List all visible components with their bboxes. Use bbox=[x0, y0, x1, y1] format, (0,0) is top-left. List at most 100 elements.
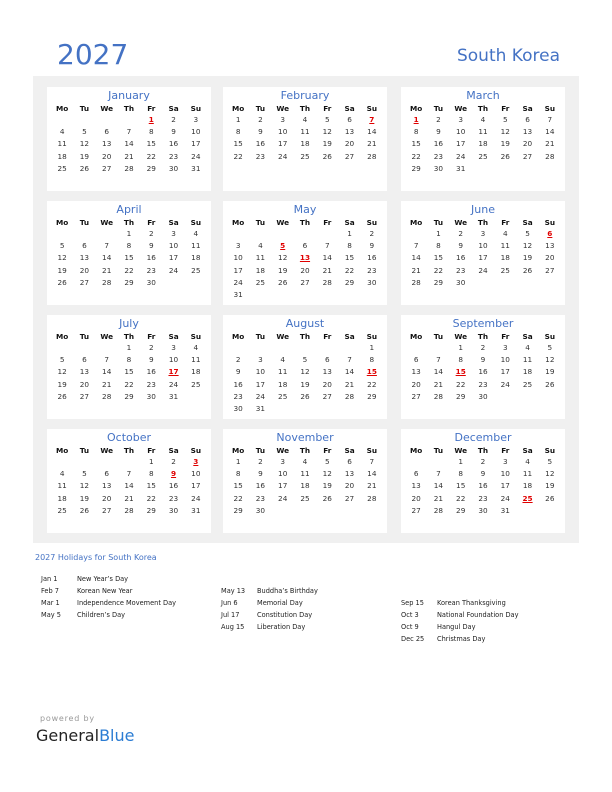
empty-cell bbox=[539, 277, 561, 289]
holiday-day-cell: 1 bbox=[148, 115, 154, 124]
weekday-label: Su bbox=[544, 104, 556, 113]
weekday-header: Mo Tu We Th Fr Sa Su bbox=[47, 216, 211, 228]
week-row: 31 bbox=[223, 289, 387, 301]
day-cell: 21 bbox=[367, 481, 377, 491]
day-cell: 30 bbox=[168, 163, 179, 173]
holiday-name: Independence Movement Day bbox=[77, 599, 177, 607]
day-cell: 4 bbox=[302, 115, 308, 124]
day-cell: 8 bbox=[347, 241, 352, 251]
day-cell: 5 bbox=[82, 469, 87, 479]
day-cell: 22 bbox=[124, 265, 134, 275]
day-cell: 5 bbox=[59, 241, 65, 251]
empty-cell bbox=[294, 403, 316, 415]
day-cell: 8 bbox=[458, 469, 464, 479]
day-cell: 30 bbox=[478, 505, 488, 515]
empty-cell bbox=[272, 228, 294, 240]
month-name: September bbox=[452, 317, 514, 330]
day-cell: 23 bbox=[433, 151, 444, 161]
day-cell: 29 bbox=[456, 391, 466, 401]
weekday-header: Mo Tu We Th Fr Sa Su bbox=[401, 102, 565, 114]
day-cell: 7 bbox=[436, 469, 441, 479]
weekday-label: Tu bbox=[79, 446, 90, 455]
weekday-label: Fr bbox=[323, 332, 332, 341]
day-cell: 19 bbox=[522, 253, 533, 263]
day-cell: 3 bbox=[280, 457, 286, 466]
day-cell: 4 bbox=[59, 469, 65, 479]
holiday-item: Sep 15 Korean Thanksgiving bbox=[401, 597, 519, 609]
weekday-label: Su bbox=[544, 446, 556, 455]
day-cell: 29 bbox=[146, 163, 156, 173]
day-cell: 3 bbox=[171, 229, 176, 238]
day-cell: 2 bbox=[148, 229, 154, 238]
week-row: 19 20 21 22 23 24 25 bbox=[47, 265, 211, 277]
weekday-label: Mo bbox=[56, 446, 69, 455]
empty-cell bbox=[294, 289, 316, 301]
empty-cell bbox=[162, 277, 184, 289]
day-cell: 20 bbox=[545, 253, 555, 263]
day-cell: 30 bbox=[456, 277, 466, 287]
day-cell: 14 bbox=[367, 127, 377, 137]
day-cell: 20 bbox=[300, 265, 310, 275]
day-cell: 1 bbox=[347, 229, 352, 238]
day-cell: 10 bbox=[500, 469, 510, 479]
brand-logo[interactable]: GeneralBlue bbox=[36, 726, 134, 745]
week-row: 12 13 14 15 16 17 18 bbox=[47, 252, 211, 264]
day-cell: 21 bbox=[102, 379, 112, 389]
weekday-label: Fr bbox=[501, 332, 510, 341]
day-cell: 25 bbox=[478, 151, 488, 161]
holiday-name: Hangul Day bbox=[437, 623, 476, 631]
holiday-name: Constitution Day bbox=[257, 611, 313, 619]
day-cell: 19 bbox=[278, 265, 288, 275]
day-cell: 12 bbox=[79, 139, 90, 149]
week-row: 21 22 23 24 25 26 27 bbox=[401, 265, 565, 277]
day-cell: 27 bbox=[522, 151, 533, 161]
weekday-header: Mo Tu We Th Fr Sa Su bbox=[223, 102, 387, 114]
month-name: November bbox=[276, 431, 334, 444]
day-cell: 24 bbox=[168, 379, 179, 389]
empty-cell bbox=[51, 114, 73, 126]
day-cell: 2 bbox=[436, 115, 441, 124]
holiday-date: Dec 25 bbox=[401, 635, 425, 643]
holiday-date: May 5 bbox=[41, 611, 61, 619]
holiday-day-cell: 25 bbox=[522, 493, 533, 503]
holiday-column: May 13 Buddha’s Birthday Jun 6 Memorial Day… bbox=[221, 585, 318, 633]
weekday-label: Su bbox=[190, 332, 202, 341]
holiday-name: Korean New Year bbox=[77, 587, 133, 595]
week-row: 12 bbox=[223, 228, 387, 240]
day-cell: 17 bbox=[278, 139, 288, 149]
week-row: 3 4 5 6 7 8 9 bbox=[223, 240, 387, 252]
day-cell: 1 bbox=[235, 457, 241, 466]
day-cell: 30 bbox=[433, 163, 444, 173]
holiday-date: Mar 1 bbox=[41, 599, 60, 607]
weekday-label: Th bbox=[477, 332, 489, 341]
day-cell: 29 bbox=[124, 277, 134, 287]
week-row: 7 8 9 10 11 12 13 bbox=[401, 240, 565, 252]
week-row: 16 17 18 19 20 21 22 bbox=[223, 379, 387, 391]
day-cell: 25 bbox=[255, 277, 266, 287]
day-cell: 21 bbox=[367, 139, 377, 149]
day-cell: 7 bbox=[547, 115, 553, 124]
day-cell: 9 bbox=[480, 469, 486, 479]
weekday-label: Su bbox=[366, 332, 378, 341]
empty-cell bbox=[118, 114, 140, 126]
weekday-label: Th bbox=[123, 446, 135, 455]
weekday-header: Mo Tu We Th Fr Sa Su bbox=[47, 102, 211, 114]
day-cell: 7 bbox=[369, 457, 375, 466]
day-cell: 3 bbox=[171, 343, 176, 352]
day-cell: 29 bbox=[124, 391, 134, 401]
month-august: August Mo Tu We Th Fr Sa Su 1 2 3 4 5 6 7 8 9 10 11 12 13 14 1… bbox=[223, 315, 387, 419]
empty-cell bbox=[249, 342, 271, 354]
day-cell: 24 bbox=[278, 151, 288, 161]
day-cell: 14 bbox=[344, 367, 355, 377]
day-cell: 18 bbox=[522, 481, 533, 491]
day-cell: 15 bbox=[124, 367, 134, 377]
day-cell: 15 bbox=[456, 481, 466, 491]
day-cell: 21 bbox=[411, 265, 421, 275]
day-cell: 30 bbox=[233, 403, 243, 413]
week-row: 29 30 31 bbox=[401, 163, 565, 175]
weekday-header: Mo Tu We Th Fr Sa Su bbox=[223, 330, 387, 342]
day-cell: 7 bbox=[347, 355, 352, 365]
holiday-day-cell: 1 bbox=[413, 115, 419, 124]
empty-cell bbox=[272, 342, 294, 354]
day-cell: 20 bbox=[344, 139, 355, 149]
